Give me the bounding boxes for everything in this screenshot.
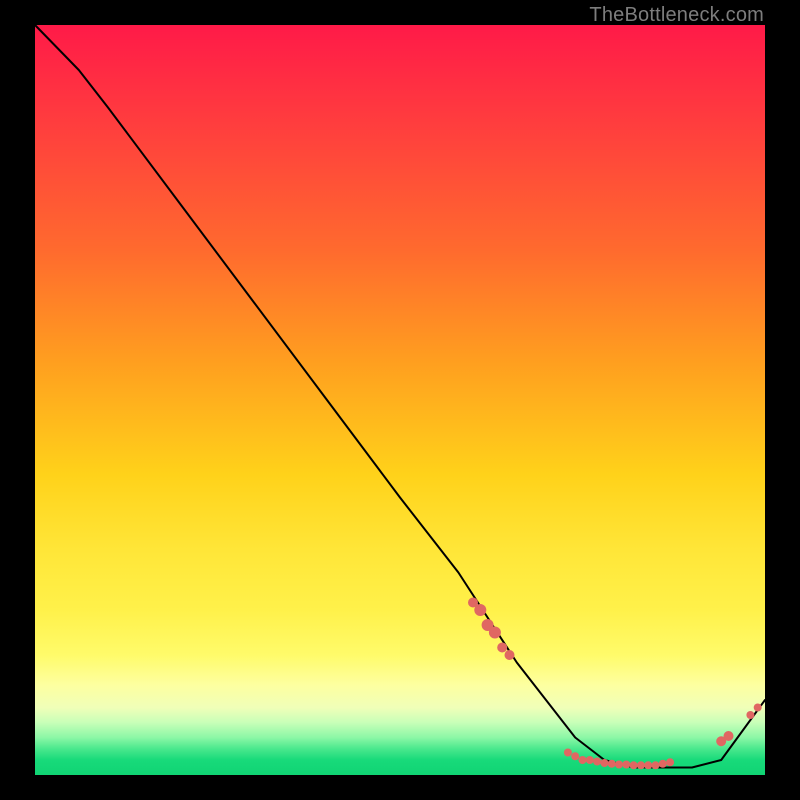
data-point	[564, 749, 572, 757]
data-point	[630, 761, 638, 769]
data-point	[505, 650, 515, 660]
data-point	[593, 758, 601, 766]
data-point	[659, 760, 667, 768]
bottleneck-curve	[35, 25, 765, 768]
data-point	[637, 761, 645, 769]
data-point	[644, 761, 652, 769]
chart-svg	[35, 25, 765, 775]
data-point	[652, 761, 660, 769]
data-point	[666, 758, 674, 766]
data-point	[754, 704, 762, 712]
data-point	[615, 761, 623, 769]
data-point	[724, 731, 734, 741]
data-point	[497, 643, 507, 653]
data-point	[571, 752, 579, 760]
data-point	[608, 760, 616, 768]
chart-frame: TheBottleneck.com	[0, 0, 800, 800]
data-point	[746, 711, 754, 719]
data-point	[474, 604, 486, 616]
watermark-text: TheBottleneck.com	[589, 4, 764, 27]
data-point	[600, 759, 608, 767]
plot-area	[35, 25, 765, 775]
data-point	[586, 756, 594, 764]
data-point	[622, 761, 630, 769]
data-point	[579, 756, 587, 764]
data-point	[489, 627, 501, 639]
